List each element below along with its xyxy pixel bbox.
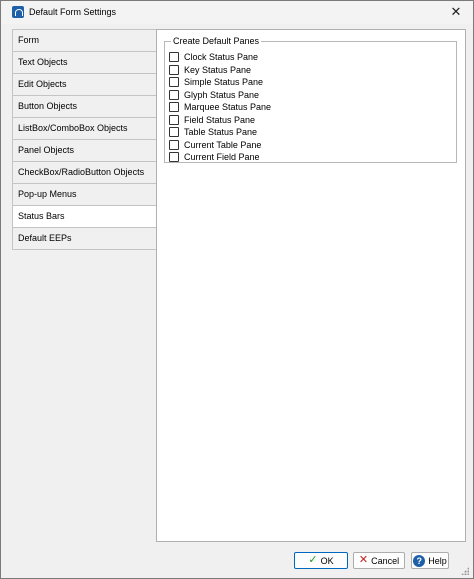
help-icon: ? xyxy=(413,554,426,567)
option-current-table-pane[interactable]: Current Table Pane xyxy=(169,139,271,152)
option-simple-status-pane[interactable]: Simple Status Pane xyxy=(169,76,271,89)
checkbox[interactable] xyxy=(169,152,179,163)
group-title: Create Default Panes xyxy=(171,36,262,46)
tab-popup-menus[interactable]: Pop-up Menus xyxy=(12,183,157,205)
checkbox[interactable] xyxy=(169,52,179,63)
checkbox[interactable] xyxy=(169,114,179,125)
tab-status-bars[interactable]: Status Bars xyxy=(12,205,157,227)
option-glyph-status-pane[interactable]: Glyph Status Pane xyxy=(169,89,271,102)
option-label: Key Status Pane xyxy=(184,64,252,75)
help-button[interactable]: ? Help xyxy=(411,552,449,569)
tab-default-eeps[interactable]: Default EEPs xyxy=(12,227,157,250)
cancel-button[interactable]: ✕ Cancel xyxy=(353,552,405,569)
tab-checkbox-radiobutton-objects[interactable]: CheckBox/RadioButton Objects xyxy=(12,161,157,183)
option-label: Field Status Pane xyxy=(184,114,256,125)
checkbox[interactable] xyxy=(169,77,179,88)
option-key-status-pane[interactable]: Key Status Pane xyxy=(169,64,271,77)
option-label: Current Table Pane xyxy=(184,139,262,150)
option-label: Clock Status Pane xyxy=(184,52,259,63)
tab-form[interactable]: Form xyxy=(12,29,157,51)
checkbox[interactable] xyxy=(169,64,179,75)
checkbox[interactable] xyxy=(169,102,179,113)
pane-checklist: Clock Status Pane Key Status Pane Simple… xyxy=(169,51,271,164)
option-label: Glyph Status Pane xyxy=(184,89,260,100)
settings-tabs: Form Text Objects Edit Objects Button Ob… xyxy=(12,29,157,250)
tab-text-objects[interactable]: Text Objects xyxy=(12,51,157,73)
checkbox[interactable] xyxy=(169,139,179,150)
cancel-label: Cancel xyxy=(371,555,400,566)
title-bar: Default Form Settings ✕ xyxy=(1,1,473,24)
default-panes-group: Create Default Panes Clock Status Pane K… xyxy=(164,36,457,164)
option-current-field-pane[interactable]: Current Field Pane xyxy=(169,151,271,164)
check-icon: ✓ xyxy=(308,554,318,566)
window-title: Default Form Settings xyxy=(29,7,117,17)
option-marquee-status-pane[interactable]: Marquee Status Pane xyxy=(169,101,271,114)
option-label: Current Field Pane xyxy=(184,152,260,163)
help-label: Help xyxy=(428,555,447,566)
tab-listbox-combobox-objects[interactable]: ListBox/ComboBox Objects xyxy=(12,117,157,139)
status-bars-panel: Create Default Panes Clock Status Pane K… xyxy=(156,29,466,542)
option-label: Table Status Pane xyxy=(184,127,258,138)
app-icon xyxy=(12,6,24,18)
option-label: Marquee Status Pane xyxy=(184,102,272,113)
option-field-status-pane[interactable]: Field Status Pane xyxy=(169,114,271,127)
dialog-window: Default Form Settings ✕ Form Text Object… xyxy=(0,0,474,579)
tab-edit-objects[interactable]: Edit Objects xyxy=(12,73,157,95)
x-icon: ✕ xyxy=(358,554,369,566)
option-table-status-pane[interactable]: Table Status Pane xyxy=(169,126,271,139)
tab-panel-objects[interactable]: Panel Objects xyxy=(12,139,157,161)
ok-label: OK xyxy=(320,555,334,566)
checkbox[interactable] xyxy=(169,127,179,138)
option-clock-status-pane[interactable]: Clock Status Pane xyxy=(169,51,271,64)
option-label: Simple Status Pane xyxy=(184,77,264,88)
ok-button[interactable]: ✓ OK xyxy=(294,552,348,569)
close-button[interactable]: ✕ xyxy=(445,3,467,21)
tab-button-objects[interactable]: Button Objects xyxy=(12,95,157,117)
resize-grip[interactable] xyxy=(461,567,469,575)
checkbox[interactable] xyxy=(169,89,179,100)
